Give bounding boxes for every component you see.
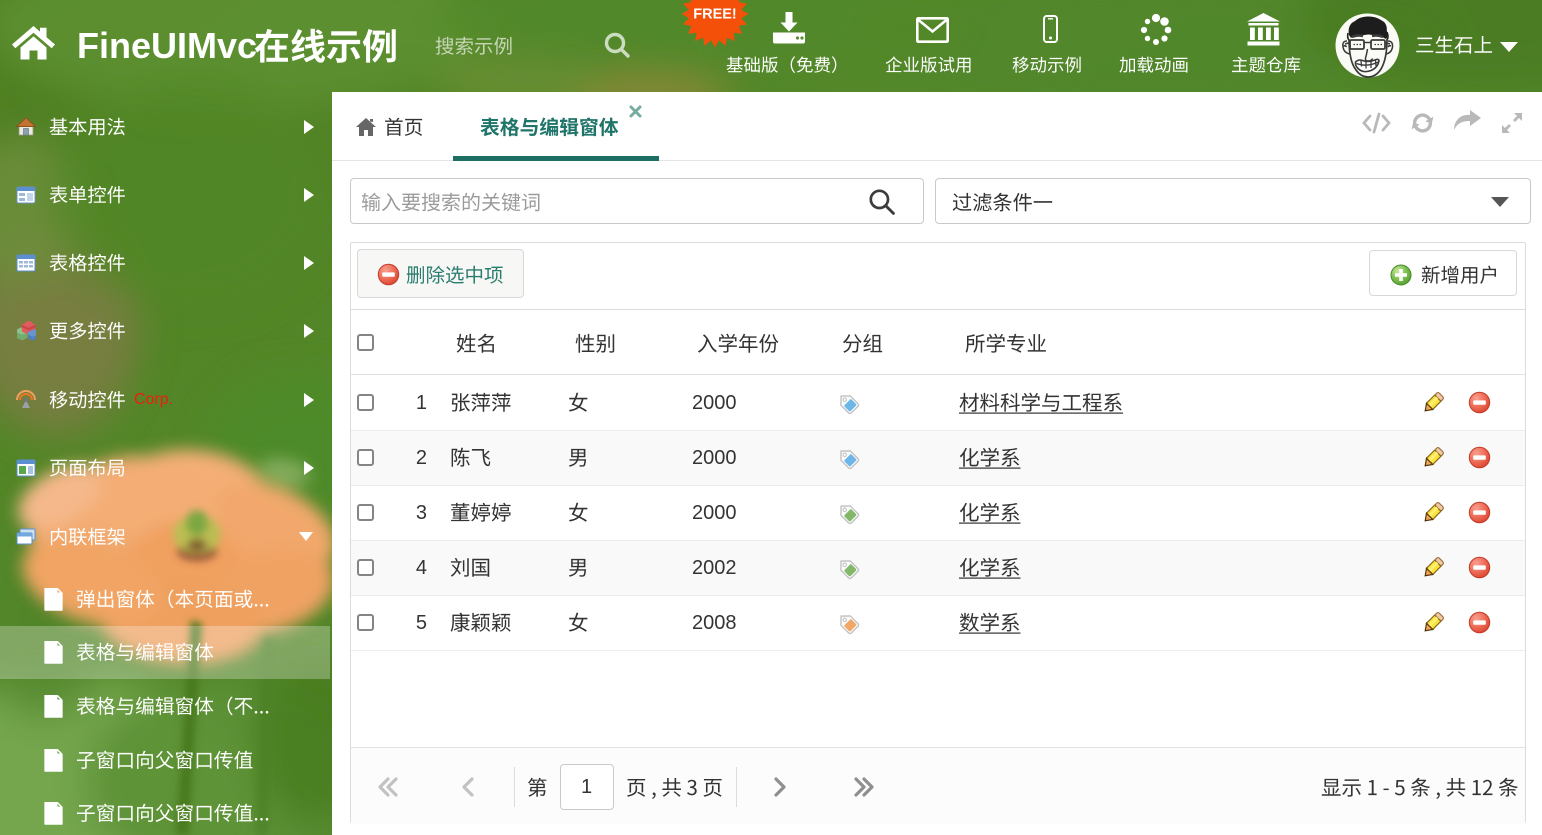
svg-text:FREE!: FREE! (693, 7, 737, 23)
